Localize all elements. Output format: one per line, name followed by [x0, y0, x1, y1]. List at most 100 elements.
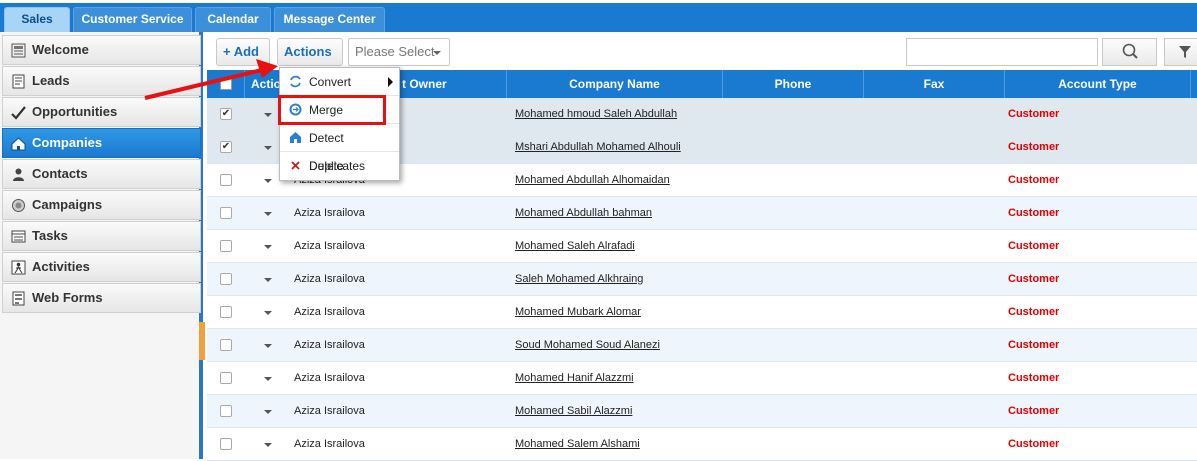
sidebar-item-label: Activities	[32, 259, 90, 274]
company-name-link[interactable]: Soud Mohamed Soud Alanezi	[515, 329, 660, 362]
row-actions-caret-icon[interactable]	[264, 344, 272, 348]
account-type-cell: Customer	[1008, 306, 1060, 318]
sidebar-item-opportunities[interactable]: Opportunities	[2, 97, 201, 127]
actions-button[interactable]: Actions	[277, 38, 343, 81]
account-type-cell: Customer	[1008, 372, 1060, 384]
owner-cell: Aziza Israilova	[294, 438, 365, 450]
filter-select[interactable]: Please Select	[348, 38, 450, 66]
detect-duplicates-icon	[290, 132, 301, 143]
owner-cell: Aziza Israilova	[294, 339, 365, 351]
table-row[interactable]: Aziza Israilova Mohamed Hanif Alazzmi Cust…	[207, 362, 1197, 395]
sidebar-item-label: Campaigns	[32, 197, 103, 212]
tab-sales[interactable]: Sales	[4, 7, 70, 32]
delete-icon	[291, 161, 300, 170]
web-forms-icon	[12, 291, 25, 306]
row-checkbox[interactable]	[220, 339, 232, 351]
header-company-name[interactable]: Company Name	[507, 70, 723, 98]
company-name-link[interactable]: Mohamed Sabil Alazzmi	[515, 395, 632, 428]
company-name-link[interactable]: Mohamed Hanif Alazzmi	[515, 362, 634, 395]
table-row[interactable]: Aziza Israilova Mohamed Mubark Alomar Cust…	[207, 296, 1197, 329]
sidebar-item-campaigns[interactable]: Campaigns	[2, 190, 201, 220]
row-checkbox[interactable]	[220, 174, 232, 186]
menu-item-detect-duplicates[interactable]: Detect Duplicates	[280, 124, 399, 173]
sidebar-collapse-handle[interactable]	[199, 322, 205, 360]
sidebar-item-companies[interactable]: Companies	[2, 128, 201, 158]
row-checkbox[interactable]	[220, 438, 232, 450]
tab-message-center[interactable]: Message Center	[274, 7, 385, 32]
company-name-link[interactable]: Mohamed Salem Alshami	[515, 428, 640, 461]
header-fax[interactable]: Fax	[864, 70, 1005, 98]
sidebar-item-label: Tasks	[32, 228, 68, 243]
submenu-arrow-icon	[388, 77, 393, 87]
toolbar: + Add Actions Please Select	[207, 32, 1197, 81]
search-input[interactable]	[906, 38, 1098, 66]
companies-icon	[11, 137, 26, 151]
row-checkbox[interactable]	[220, 405, 232, 417]
sidebar-item-web-forms[interactable]: Web Forms	[2, 283, 201, 313]
tab-calendar[interactable]: Calendar	[195, 7, 271, 32]
header-phone[interactable]: Phone	[723, 70, 864, 98]
row-checkbox[interactable]	[220, 207, 232, 219]
sidebar-item-tasks[interactable]: Tasks	[2, 221, 201, 251]
row-actions-caret-icon[interactable]	[264, 212, 272, 216]
account-type-cell: Customer	[1008, 405, 1060, 417]
table-row[interactable]: Aziza Israilova Mohamed Sabil Alazzmi Cust…	[207, 395, 1197, 428]
sidebar-item-label: Welcome	[32, 42, 89, 57]
row-actions-caret-icon[interactable]	[264, 410, 272, 414]
row-checkbox[interactable]	[220, 372, 232, 384]
table-row[interactable]: Aziza Israilova Saleh Mohamed Alkhraing Cu…	[207, 263, 1197, 296]
sidebar-item-activities[interactable]: Activities	[2, 252, 201, 282]
header-select-all-cell	[207, 70, 245, 98]
row-checkbox[interactable]: ✔	[220, 108, 232, 120]
activities-icon	[11, 260, 26, 275]
row-actions-caret-icon[interactable]	[264, 245, 272, 249]
row-actions-caret-icon[interactable]	[264, 377, 272, 381]
owner-cell: Aziza Israilova	[294, 273, 365, 285]
table-row[interactable]: Aziza Israilova Mohamed Saleh Alrafadi Cus…	[207, 230, 1197, 263]
sidebar-item-contacts[interactable]: Contacts	[2, 159, 201, 189]
account-type-cell: Customer	[1008, 438, 1060, 450]
company-name-link[interactable]: Mohamed Mubark Alomar	[515, 296, 641, 329]
company-name-link[interactable]: Mohamed Saleh Alrafadi	[515, 230, 635, 263]
table-row[interactable]: Aziza Israilova Soud Mohamed Soud Alanezi…	[207, 329, 1197, 362]
row-actions-caret-icon[interactable]	[264, 179, 272, 183]
search-button[interactable]	[1102, 38, 1157, 66]
account-type-cell: Customer	[1008, 339, 1060, 351]
tab-customer-service[interactable]: Customer Service	[73, 7, 192, 32]
company-name-link[interactable]: Mshari Abdullah Mohamed Alhouli	[515, 131, 681, 164]
header-account-type[interactable]: Account Type	[1005, 70, 1191, 98]
row-actions-caret-icon[interactable]	[264, 278, 272, 282]
add-button[interactable]: + Add	[216, 38, 270, 81]
row-checkbox[interactable]	[220, 306, 232, 318]
sidebar-item-leads[interactable]: Leads	[2, 66, 201, 96]
menu-item-convert[interactable]: Convert	[280, 68, 399, 96]
company-name-link[interactable]: Saleh Mohamed Alkhraing	[515, 263, 643, 296]
tasks-icon	[11, 230, 26, 243]
account-type-cell: Customer	[1008, 273, 1060, 285]
row-actions-caret-icon[interactable]	[264, 443, 272, 447]
sidebar-item-label: Companies	[32, 135, 103, 150]
row-checkbox[interactable]	[220, 240, 232, 252]
company-name-link[interactable]: Mohamed Abdullah bahman	[515, 197, 652, 230]
sidebar-item-welcome[interactable]: Welcome	[2, 35, 201, 65]
leads-icon	[12, 74, 25, 89]
sidebar: Welcome Leads Opportunities Companies Co…	[0, 32, 205, 459]
company-name-link[interactable]: Mohamed hmoud Saleh Abdullah	[515, 98, 677, 131]
row-checkbox[interactable]	[220, 273, 232, 285]
row-actions-caret-icon[interactable]	[264, 113, 272, 117]
filter-button[interactable]	[1164, 38, 1197, 66]
table-row[interactable]: Aziza Israilova Mohamed Abdullah bahman Cu…	[207, 197, 1197, 230]
top-tab-bar: Sales Customer Service Calendar Message …	[0, 0, 1197, 32]
contacts-icon	[13, 168, 24, 181]
company-name-link[interactable]: Mohamed Abdullah Alhomaidan	[515, 164, 670, 197]
row-actions-caret-icon[interactable]	[264, 146, 272, 150]
menu-item-delete[interactable]: Delete	[280, 152, 399, 180]
row-checkbox[interactable]: ✔	[220, 141, 232, 153]
table-row[interactable]: Aziza Israilova Mohamed Salem Alshami Cust…	[207, 428, 1197, 461]
row-actions-caret-icon[interactable]	[264, 311, 272, 315]
search-icon	[1122, 43, 1138, 59]
sidebar-item-label: Leads	[32, 73, 70, 88]
chevron-down-icon	[433, 51, 441, 55]
account-type-cell: Customer	[1008, 240, 1060, 252]
select-all-checkbox[interactable]	[220, 78, 232, 90]
